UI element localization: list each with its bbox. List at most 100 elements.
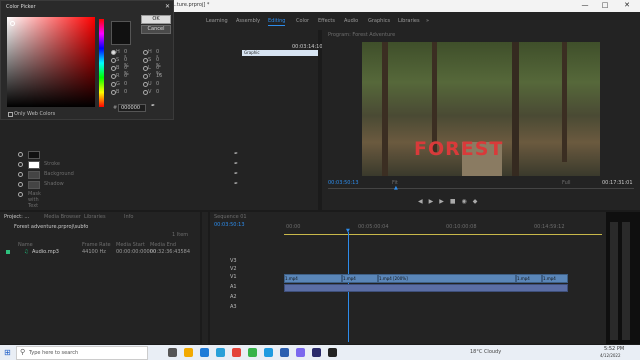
hex-input[interactable]: 000000: [118, 104, 146, 112]
fill-swatch[interactable]: [28, 151, 40, 159]
close-icon[interactable]: ✕: [165, 3, 170, 10]
cancel-button[interactable]: Cancel: [141, 25, 171, 34]
clock-time[interactable]: 5:52 PM: [604, 346, 624, 352]
hex-label: #: [113, 105, 118, 111]
table-row[interactable]: ♫ Audio.mp3 44100 Hz 00:00:00:00000 00:3…: [0, 249, 200, 256]
forest-title-text[interactable]: FOREST: [414, 138, 503, 160]
weather-text[interactable]: 18°C Cloudy: [470, 349, 501, 355]
col-media-start[interactable]: Media Start: [116, 242, 145, 248]
field-value[interactable]: 0: [124, 81, 127, 87]
saturation-brightness-field[interactable]: [7, 17, 95, 107]
workspace-color[interactable]: Color: [296, 18, 309, 24]
app-icon[interactable]: [296, 348, 305, 357]
program-video-frame[interactable]: FOREST: [362, 42, 600, 176]
field-value[interactable]: 16: [156, 73, 162, 79]
col-frame-rate[interactable]: Frame Rate: [82, 242, 111, 248]
video-clip[interactable]: 1.mp4: [342, 274, 378, 283]
task-view-icon[interactable]: [168, 348, 177, 357]
close-icon[interactable]: ✕: [622, 1, 632, 10]
workspace-libraries[interactable]: Libraries: [398, 18, 420, 24]
field-value[interactable]: 0: [156, 81, 159, 87]
work-area-bar[interactable]: [284, 234, 602, 235]
eyedropper-icon[interactable]: ✒: [234, 161, 238, 167]
edge-icon[interactable]: [200, 348, 209, 357]
field-label: S: [116, 57, 120, 63]
video-clip[interactable]: 1.mp4: [284, 274, 342, 283]
timeline-timecode[interactable]: 00:03:50:13: [214, 222, 245, 228]
track-label-a2[interactable]: A2: [230, 294, 237, 300]
stroke-checkbox[interactable]: [18, 162, 23, 167]
shadow-swatch[interactable]: [28, 181, 40, 189]
field-label: G: [116, 81, 120, 87]
project-path: Forest adventure.prproj\subfo: [14, 224, 89, 230]
tab-project[interactable]: Project: ...: [4, 214, 29, 220]
word-icon[interactable]: [280, 348, 289, 357]
tab-media-browser[interactable]: Media Browser: [44, 214, 81, 220]
search-box[interactable]: ⚲ Type here to search: [16, 346, 148, 360]
app-icon[interactable]: [232, 348, 241, 357]
hue-slider[interactable]: [99, 19, 104, 107]
sequence-tab[interactable]: Sequence 01: [214, 214, 247, 220]
app-icon[interactable]: [216, 348, 225, 357]
eyedropper-icon[interactable]: ✒: [234, 171, 238, 177]
field-value[interactable]: 0: [124, 89, 127, 95]
field-label: B: [116, 65, 120, 71]
tab-libraries[interactable]: Libraries: [84, 214, 106, 220]
mask-checkbox[interactable]: [18, 192, 23, 197]
color-cursor[interactable]: [10, 21, 15, 26]
workspace-assembly[interactable]: Assembly: [236, 18, 260, 24]
track-label-v1[interactable]: V1: [230, 274, 237, 280]
workspace-audio[interactable]: Audio: [344, 18, 358, 24]
video-clip[interactable]: 1.mp4 [200%]: [378, 274, 516, 283]
minimize-icon[interactable]: —: [580, 1, 590, 10]
maximize-icon[interactable]: □: [600, 1, 610, 10]
playhead-marker[interactable]: ▼: [346, 228, 350, 234]
background-swatch[interactable]: [28, 171, 40, 179]
file-explorer-icon[interactable]: [184, 348, 193, 357]
tab-info[interactable]: Info: [124, 214, 133, 220]
playhead-bar[interactable]: [328, 188, 634, 189]
shadow-checkbox[interactable]: [18, 182, 23, 187]
field-label: B: [116, 89, 120, 95]
stroke-swatch[interactable]: [28, 161, 40, 169]
app-icon[interactable]: [264, 348, 273, 357]
tree-trunk: [562, 42, 567, 162]
video-clip[interactable]: 1.mp4: [542, 274, 568, 283]
workspace-effects[interactable]: Effects: [318, 18, 335, 24]
fill-checkbox[interactable]: [18, 152, 23, 157]
transport-controls[interactable]: ◀▶▶■◉◆: [418, 198, 483, 205]
workspace-editing[interactable]: Editing: [268, 18, 286, 26]
project-panel: Project: ... Media Browser Libraries Inf…: [0, 212, 200, 344]
clock-date[interactable]: 4/12/2022: [600, 353, 621, 358]
eyedropper-icon[interactable]: ✒: [151, 103, 155, 109]
xbox-icon[interactable]: [248, 348, 257, 357]
playhead-marker[interactable]: ▲: [394, 185, 398, 191]
full-dropdown[interactable]: Full: [562, 180, 571, 186]
web-colors-checkbox[interactable]: [8, 112, 13, 117]
source-strip: 00:03:14:10 Graphic: [242, 30, 323, 210]
graphic-clip-bar[interactable]: Graphic: [242, 50, 318, 56]
field-label: L: [148, 65, 151, 71]
program-duration: 00:17:31:01: [602, 180, 633, 186]
windows-start-icon[interactable]: ⊞: [4, 348, 11, 357]
eyedropper-icon[interactable]: ✒: [234, 151, 238, 157]
workspace-learning[interactable]: Learning: [206, 18, 228, 24]
audio-clip[interactable]: [284, 284, 568, 292]
track-label-v3[interactable]: V3: [230, 258, 237, 264]
app-icon[interactable]: [328, 348, 337, 357]
track-label-a1[interactable]: A1: [230, 284, 237, 290]
track-label-a3[interactable]: A3: [230, 304, 237, 310]
field-value[interactable]: 0: [156, 89, 159, 95]
eyedropper-icon[interactable]: ✒: [234, 181, 238, 187]
col-media-end[interactable]: Media End: [150, 242, 176, 248]
workspace-more-icon[interactable]: »: [426, 18, 429, 24]
video-clip[interactable]: 1.mp4: [516, 274, 542, 283]
workspace-graphics[interactable]: Graphics: [368, 18, 390, 24]
program-timecode[interactable]: 00:03:50:13: [328, 180, 359, 186]
track-label-v2[interactable]: V2: [230, 266, 237, 272]
premiere-icon[interactable]: [312, 348, 321, 357]
background-checkbox[interactable]: [18, 172, 23, 177]
col-name[interactable]: Name: [18, 242, 33, 248]
field-value[interactable]: 0: [124, 73, 127, 79]
ok-button[interactable]: OK: [141, 15, 171, 24]
